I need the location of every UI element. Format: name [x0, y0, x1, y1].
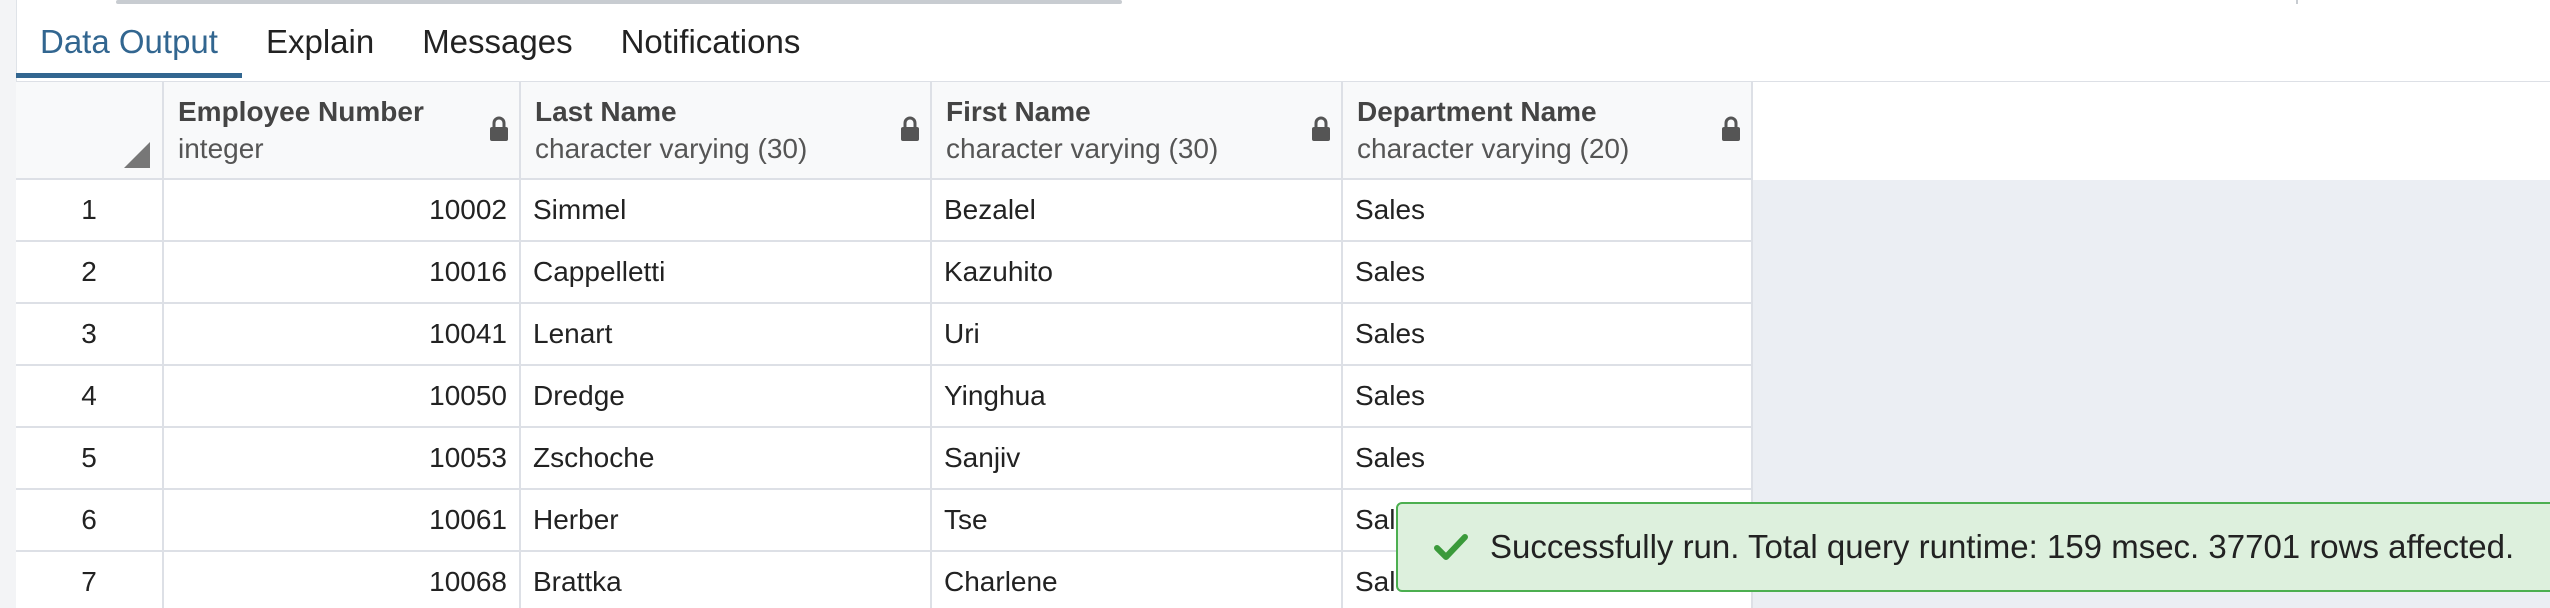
column-header-last-name[interactable]: Last Name character varying (30): [521, 82, 932, 178]
query-results-panel: Data Output Explain Messages Notificatio…: [0, 0, 2550, 608]
table-cell[interactable]: 10016: [164, 242, 521, 302]
row-number[interactable]: 7: [16, 552, 164, 608]
table-cell[interactable]: Yinghua: [932, 366, 1343, 426]
table-cell[interactable]: Tse: [932, 490, 1343, 550]
table-cell[interactable]: Sales: [1343, 428, 1753, 488]
grid-header-row: Employee Number integer Last Name charac…: [16, 82, 1753, 180]
results-tabs: Data Output Explain Messages Notificatio…: [16, 10, 824, 78]
column-name: Employee Number: [178, 96, 424, 127]
table-cell[interactable]: Sanjiv: [932, 428, 1343, 488]
table-cell[interactable]: Lenart: [521, 304, 932, 364]
table-cell[interactable]: 10041: [164, 304, 521, 364]
row-number[interactable]: 3: [16, 304, 164, 364]
tab-data-output[interactable]: Data Output: [16, 10, 242, 78]
column-header-department-name[interactable]: Department Name character varying (20): [1343, 82, 1753, 178]
table-cell[interactable]: Zschoche: [521, 428, 932, 488]
column-type: integer: [178, 133, 264, 164]
table-cell[interactable]: Bezalel: [932, 180, 1343, 240]
table-cell[interactable]: Uri: [932, 304, 1343, 364]
tab-explain[interactable]: Explain: [242, 10, 398, 78]
left-edge-panel: [0, 0, 17, 608]
table-row[interactable]: 1 10002 Simmel Bezalel Sales: [16, 180, 1753, 242]
lock-icon: [1722, 116, 1740, 141]
table-row[interactable]: 5 10053 Zschoche Sanjiv Sales: [16, 428, 1753, 490]
table-cell[interactable]: Charlene: [932, 552, 1343, 608]
table-cell[interactable]: 10053: [164, 428, 521, 488]
table-cell[interactable]: Brattka: [521, 552, 932, 608]
check-icon: [1434, 534, 1468, 560]
table-cell[interactable]: Cappelletti: [521, 242, 932, 302]
table-row[interactable]: 4 10050 Dredge Yinghua Sales: [16, 366, 1753, 428]
lock-icon: [490, 116, 508, 141]
table-cell[interactable]: 10061: [164, 490, 521, 550]
table-cell[interactable]: 10068: [164, 552, 521, 608]
tab-notifications[interactable]: Notifications: [597, 10, 825, 78]
row-number[interactable]: 6: [16, 490, 164, 550]
column-name: Department Name: [1357, 96, 1597, 127]
table-cell[interactable]: 10002: [164, 180, 521, 240]
table-cell[interactable]: 10050: [164, 366, 521, 426]
notification-message: Successfully run. Total query runtime: 1…: [1490, 528, 2515, 565]
table-cell[interactable]: Sales: [1343, 180, 1753, 240]
column-type: character varying (30): [535, 133, 808, 164]
corner-triangle-icon: [124, 142, 150, 168]
table-cell[interactable]: Sales: [1343, 242, 1753, 302]
row-number[interactable]: 4: [16, 366, 164, 426]
row-number[interactable]: 2: [16, 242, 164, 302]
table-row[interactable]: 2 10016 Cappelletti Kazuhito Sales: [16, 242, 1753, 304]
lock-icon: [1312, 116, 1330, 141]
column-type: character varying (20): [1357, 133, 1630, 164]
tab-messages[interactable]: Messages: [398, 10, 596, 78]
row-number[interactable]: 1: [16, 180, 164, 240]
column-type: character varying (30): [946, 133, 1219, 164]
select-all-corner[interactable]: [16, 82, 164, 178]
row-number[interactable]: 5: [16, 428, 164, 488]
column-name: First Name: [946, 96, 1091, 127]
column-header-employee-number[interactable]: Employee Number integer: [164, 82, 521, 178]
success-notification[interactable]: Successfully run. Total query runtime: 1…: [1396, 502, 2550, 592]
table-cell[interactable]: Herber: [521, 490, 932, 550]
column-header-first-name[interactable]: First Name character varying (30): [932, 82, 1343, 178]
panel-divider: [2296, 0, 2298, 4]
table-cell[interactable]: Sales: [1343, 366, 1753, 426]
lock-icon: [901, 116, 919, 141]
table-cell[interactable]: Sales: [1343, 304, 1753, 364]
table-cell[interactable]: Dredge: [521, 366, 932, 426]
table-cell[interactable]: Simmel: [521, 180, 932, 240]
table-cell[interactable]: Kazuhito: [932, 242, 1343, 302]
table-row[interactable]: 3 10041 Lenart Uri Sales: [16, 304, 1753, 366]
horizontal-scrollbar[interactable]: [116, 0, 1122, 4]
column-name: Last Name: [535, 96, 677, 127]
